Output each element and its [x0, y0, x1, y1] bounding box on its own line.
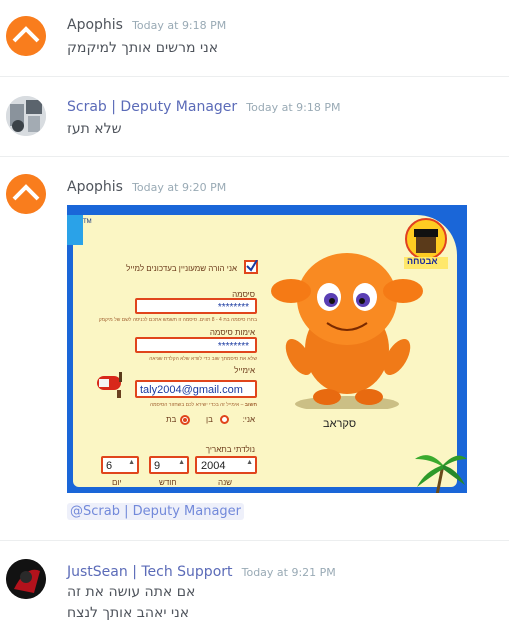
- year-label: שנה: [218, 478, 233, 487]
- timestamp: Today at 9:20 PM: [132, 181, 227, 194]
- username[interactable]: Scrab | Deputy Manager: [67, 99, 237, 115]
- message-text: אני מרשים אותך למיקמק: [67, 40, 219, 56]
- message-divider: [0, 540, 509, 541]
- apophis-logo-icon: [6, 16, 46, 56]
- message-text: שלא תעז: [67, 121, 122, 137]
- parent-updates-checkbox[interactable]: [244, 260, 258, 274]
- user-photo-icon: [6, 559, 46, 599]
- attached-image[interactable]: TM אני הורה שמעוניין בעדכונים למייל סיסמ…: [67, 205, 467, 493]
- check-icon: [246, 260, 258, 272]
- month-select[interactable]: 9 ▲: [149, 456, 189, 474]
- gender-girl-radio[interactable]: [180, 415, 190, 425]
- email-note-text: – אימייל זה בכדי ישירא לכם בשחזור הסיסמה: [149, 402, 244, 408]
- year-value: 2004: [201, 460, 226, 472]
- username[interactable]: Apophis: [67, 179, 123, 195]
- email-note-bold: חשוב: [244, 402, 257, 408]
- message-text: אני יאהב אותך לנצח: [67, 605, 190, 621]
- avatar[interactable]: [6, 16, 46, 56]
- password-field[interactable]: ********: [135, 298, 257, 314]
- year-select[interactable]: 2004 ▲: [195, 456, 257, 474]
- trademark-label: TM: [83, 219, 92, 225]
- month-label: חודש: [159, 478, 177, 487]
- checkbox-label: אני הורה שמעוניין בעדכונים למייל: [126, 264, 237, 273]
- day-label: יום: [112, 478, 122, 487]
- message-text: אם אתה עושה את זה: [67, 584, 196, 600]
- avatar[interactable]: [6, 559, 46, 599]
- gender-boy-label: בן: [206, 415, 213, 424]
- password-value: ********: [217, 302, 249, 313]
- username[interactable]: JustSean | Tech Support: [67, 564, 233, 580]
- gender-girl-label: בת: [166, 415, 177, 424]
- day-select[interactable]: 6 ▲: [101, 456, 139, 474]
- timestamp: Today at 9:18 PM: [132, 19, 227, 32]
- avatar[interactable]: [6, 174, 46, 214]
- confirm-password-field[interactable]: ********: [135, 337, 257, 353]
- month-value: 9: [154, 460, 161, 472]
- palm-leaves-icon: [415, 455, 467, 493]
- chevron-down-icon: ▲: [128, 459, 135, 466]
- message-divider: [0, 156, 509, 157]
- day-value: 6: [106, 460, 113, 472]
- email-field[interactable]: taly2004@gmail.com: [135, 380, 257, 398]
- gender-label: אני:: [242, 415, 255, 424]
- confirm-password-hint: שלא את סיסמתך שוב כדי לוודא שלא הקלדת שג…: [149, 356, 257, 362]
- character-name: סקראב: [323, 418, 357, 430]
- chevron-down-icon: ▲: [178, 459, 185, 466]
- timestamp: Today at 9:21 PM: [241, 566, 336, 579]
- dob-label: נולדתי בתאריך: [205, 445, 255, 454]
- gender-boy-radio[interactable]: [220, 415, 229, 424]
- confirm-password-label: אימות סיסמה: [209, 328, 255, 337]
- email-label: אימייל: [234, 366, 255, 375]
- user-mention[interactable]: @Scrab | Deputy Manager: [67, 503, 245, 520]
- confirm-password-value: ********: [217, 341, 249, 352]
- timestamp: Today at 9:18 PM: [246, 101, 341, 114]
- user-photo-icon: [6, 96, 46, 136]
- game-logo-fragment: [67, 215, 83, 245]
- radio-selected-dot: [183, 418, 187, 422]
- avatar[interactable]: [6, 96, 46, 136]
- mailbox-icon: [97, 372, 122, 398]
- message-divider: [0, 76, 509, 77]
- apophis-logo-icon: [6, 174, 46, 214]
- email-note: חשוב – אימייל זה בכדי ישירא לכם בשחזור ה…: [150, 402, 257, 408]
- chevron-down-icon: ▲: [246, 459, 253, 466]
- badge-label: אבטחה: [407, 256, 438, 266]
- username[interactable]: Apophis: [67, 17, 123, 33]
- email-value: taly2004@gmail.com: [140, 384, 243, 396]
- password-hint: בחרו סיסמה בת 4 - 8 תווים. סיסמה זו תשמש…: [98, 317, 257, 323]
